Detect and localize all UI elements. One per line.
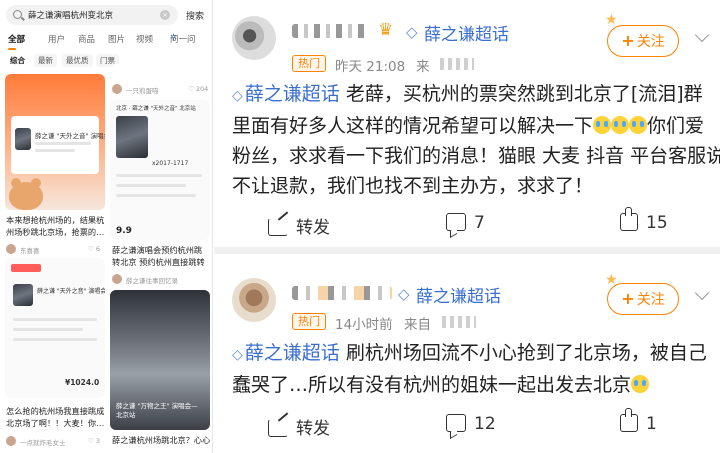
username-blurred[interactable]	[292, 286, 392, 300]
feed-card-image[interactable]: 北京 · 薛之谦 "天外之音" 北京站 x2017-1717 9.9	[110, 100, 210, 240]
feed-caption[interactable]: 薛之谦演唱会预约杭州跳转北京 预约杭州直接跳转北…	[112, 244, 210, 268]
post-line: 蠢哭了…所以有没有杭州的姐妹一起出发去北京	[232, 370, 718, 400]
chip-latest[interactable]: 最新	[34, 54, 57, 67]
tab-videos[interactable]: 视频	[136, 33, 153, 45]
diamond-icon: ◇	[398, 285, 410, 303]
ticket-title: 薛之谦 "天外之音" 演唱会	[35, 132, 105, 140]
ticket-thumbnail	[15, 128, 31, 150]
like-count-value: 6	[95, 245, 101, 253]
feed-caption[interactable]: 薛之谦杭州场跳北京？心心	[112, 434, 210, 448]
ticket-poster	[116, 116, 148, 158]
post-text: 蠢哭了…所以有没有杭州的姐妹一起出发去北京	[232, 374, 632, 396]
post-actions: 转发 12 1	[214, 408, 720, 440]
search-button[interactable]: 搜索	[186, 9, 204, 22]
comment-count: 12	[474, 414, 496, 434]
post-line: ◇ 薛之谦超话 刷杭州场回流不小心抢到了北京场，被自己	[232, 338, 718, 370]
tab-all[interactable]: 全部	[8, 33, 25, 45]
ticket-title: 薛之谦 "天外之音" 演唱会—北京站	[37, 288, 105, 295]
bear-sticker-icon	[9, 178, 43, 210]
tab-users[interactable]: 用户	[48, 33, 65, 45]
tab-images[interactable]: 图片	[108, 33, 125, 45]
ticket-line	[35, 149, 75, 152]
ticket-price: ¥1024.0	[65, 378, 100, 387]
feed-card-image[interactable]: 薛之谦 "天外之音" 演唱会	[5, 74, 105, 210]
ticket-price: 9.9	[116, 226, 132, 236]
like-count-value: 3	[95, 437, 101, 445]
avatar	[112, 274, 122, 284]
like-count: 1	[646, 414, 657, 434]
avatar	[6, 436, 16, 446]
like-count-value: 204	[195, 85, 209, 93]
tab-goods[interactable]: 商品	[78, 33, 95, 45]
ticket-line	[116, 184, 186, 187]
ticket-line	[116, 194, 196, 197]
feed-card-image[interactable]: 薛之谦 "天外之音" 演唱会—北京站 ¥1024.0	[5, 258, 105, 398]
avatar	[112, 84, 122, 94]
feed-card-tail	[110, 64, 210, 80]
search-bar: 薛之谦演唱杭州变北京 × 搜索	[6, 5, 208, 25]
follow-label: 关注	[636, 292, 665, 308]
post-time: 14小时前	[335, 317, 393, 333]
thumbs-up-icon	[620, 408, 638, 432]
like-button[interactable]: 1	[620, 408, 657, 434]
share-label: 转发	[296, 419, 330, 439]
search-query: 薛之谦演唱杭州变北京	[28, 11, 114, 21]
super-topic-link[interactable]: 薛之谦超话	[245, 342, 340, 364]
crying-emoji-icon	[631, 375, 650, 393]
tab-indicator	[8, 48, 16, 50]
ticket-line	[13, 318, 97, 321]
result-tabs: 全部 用户 商品 图片 视频 ✲ 问一问	[6, 33, 212, 47]
feed-author[interactable]: 一只煎蛋喵	[126, 85, 159, 95]
ticket-line	[13, 328, 83, 331]
comment-button[interactable]: 12	[446, 414, 496, 434]
plus-icon: +	[621, 289, 635, 308]
search-input[interactable]: 薛之谦演唱杭州变北京 ×	[6, 5, 178, 25]
ticket-thumbnail	[13, 284, 33, 306]
avatar[interactable]	[232, 278, 276, 322]
like-count[interactable]: ♡ 6	[88, 245, 100, 253]
follow-button[interactable]: + 关注	[607, 283, 679, 315]
ticket-line	[35, 142, 91, 145]
hot-badge: 热门	[292, 313, 326, 330]
poster-title: 薛之谦 "万物之王" 演唱会—北京站	[116, 402, 198, 419]
search-results-screenshot: 薛之谦演唱杭州变北京 × 搜索 全部 用户 商品 图片 视频 ✲ 问一问 综合 …	[0, 0, 213, 453]
ticket-line	[116, 174, 202, 177]
chip-overall[interactable]: 综合	[6, 54, 29, 67]
feed-caption[interactable]: 怎么抢的杭州场我直接跳成北京场了啊！！大麦！你…	[6, 405, 108, 429]
search-icon	[13, 10, 22, 19]
chip-best[interactable]: 最优质	[62, 54, 93, 67]
source-blurred	[442, 316, 476, 328]
ticket-date: x2017-1717	[152, 160, 189, 167]
ticket-panel: 薛之谦 "天外之音" 演唱会	[11, 116, 105, 174]
avatar	[6, 244, 16, 254]
like-count[interactable]: ♡ 204	[188, 85, 208, 93]
post-body: ◇ 薛之谦超话 刷杭州场回流不小心抢到了北京场，被自己 蠢哭了…所以有没有杭州的姐…	[232, 338, 718, 400]
like-count[interactable]: ♡ 3	[88, 437, 100, 445]
share-button[interactable]: 转发	[268, 414, 330, 439]
comment-icon	[446, 414, 466, 432]
header-bar	[11, 264, 41, 272]
super-topic-label[interactable]: 薛之谦超话	[416, 282, 501, 307]
feed-author[interactable]: 东喜喜	[20, 245, 40, 255]
feed-caption[interactable]: 本来想抢杭州场的，结果杭州场秒跳北京场，抢票的…	[6, 214, 108, 238]
tab-ask-label: 问一问	[170, 35, 196, 45]
post-source: 来自	[404, 317, 431, 333]
close-circle-icon[interactable]: ×	[160, 10, 170, 20]
ticket-header: 北京 · 薛之谦 "天外之音" 北京站	[116, 106, 196, 112]
feed-author[interactable]: 一点就炸毛女士	[20, 437, 66, 447]
feed-author[interactable]: 薛之谦往事回忆录	[126, 275, 178, 285]
chevron-down-icon[interactable]	[694, 285, 710, 301]
ticket-line	[13, 338, 97, 341]
share-icon	[268, 419, 288, 437]
diamond-icon: ◇	[232, 347, 243, 363]
weibo-comments-panel-2: ◇ 薛之谦超话 热门 14小时前 来自 ★ + 关注 ◇ 薛之谦超话 刷杭州场回流不…	[214, 0, 720, 453]
concert-poster-image[interactable]: 薛之谦 "万物之王" 演唱会—北京站	[110, 290, 210, 430]
post-text: 刷杭州场回流不小心抢到了北京场，被自己	[339, 342, 707, 364]
